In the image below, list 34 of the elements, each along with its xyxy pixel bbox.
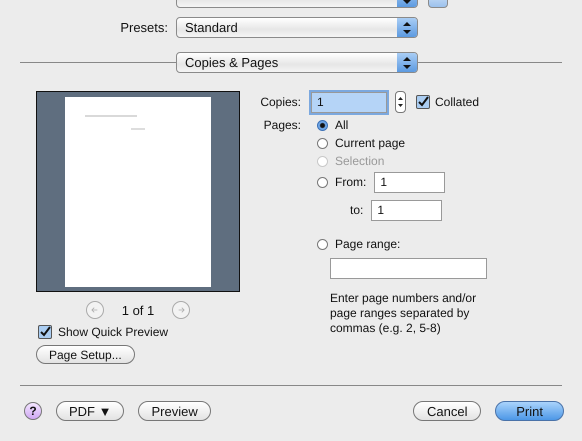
from-page-field[interactable]: 1 — [374, 172, 446, 192]
option-label: Page range: — [335, 237, 400, 251]
help-button[interactable]: ? — [24, 402, 42, 420]
hint-text: Enter page numbers and/or page ranges separated by commas (e.g. 2, 5-8) — [330, 291, 478, 336]
to-page-field[interactable]: 1 — [371, 200, 442, 220]
stepper-control[interactable] — [395, 91, 406, 113]
collated-checkbox[interactable] — [416, 95, 430, 109]
radio-button[interactable] — [317, 238, 328, 250]
copies-field[interactable]: 1 — [311, 92, 387, 112]
checkbox-label: Collated — [435, 95, 480, 109]
checkbox-label: Show Quick Preview — [58, 325, 168, 339]
presets-label: Presets: — [119, 20, 169, 35]
copies-label: Copies: — [259, 95, 301, 109]
to-label: to: — [350, 203, 364, 217]
page-range-field[interactable] — [330, 258, 487, 279]
radio-button[interactable] — [317, 120, 328, 130]
radio-button[interactable] — [317, 176, 328, 188]
pages-label: Pages: — [262, 117, 301, 134]
page-counter: 1 of 1 — [120, 302, 156, 318]
updown-arrows-icon — [397, 53, 417, 72]
option-label: Selection — [335, 154, 384, 168]
updown-arrows-icon — [397, 18, 417, 37]
push-button[interactable]: PDF ▼ — [56, 401, 124, 421]
option-label: All — [335, 118, 348, 132]
radio-button[interactable] — [317, 138, 328, 148]
quick-preview-checkbox[interactable] — [38, 325, 52, 339]
option-label: Current page — [335, 136, 406, 150]
option-label: From: — [335, 175, 366, 189]
presets-popup[interactable]: Standard — [176, 17, 418, 38]
push-button[interactable]: Cancel — [413, 401, 482, 421]
print-button[interactable]: Print — [495, 401, 564, 421]
panel-popup[interactable]: Copies & Pages — [176, 52, 418, 73]
push-button[interactable]: Preview — [138, 401, 211, 421]
page-setup-button[interactable]: Page Setup... — [36, 345, 135, 364]
